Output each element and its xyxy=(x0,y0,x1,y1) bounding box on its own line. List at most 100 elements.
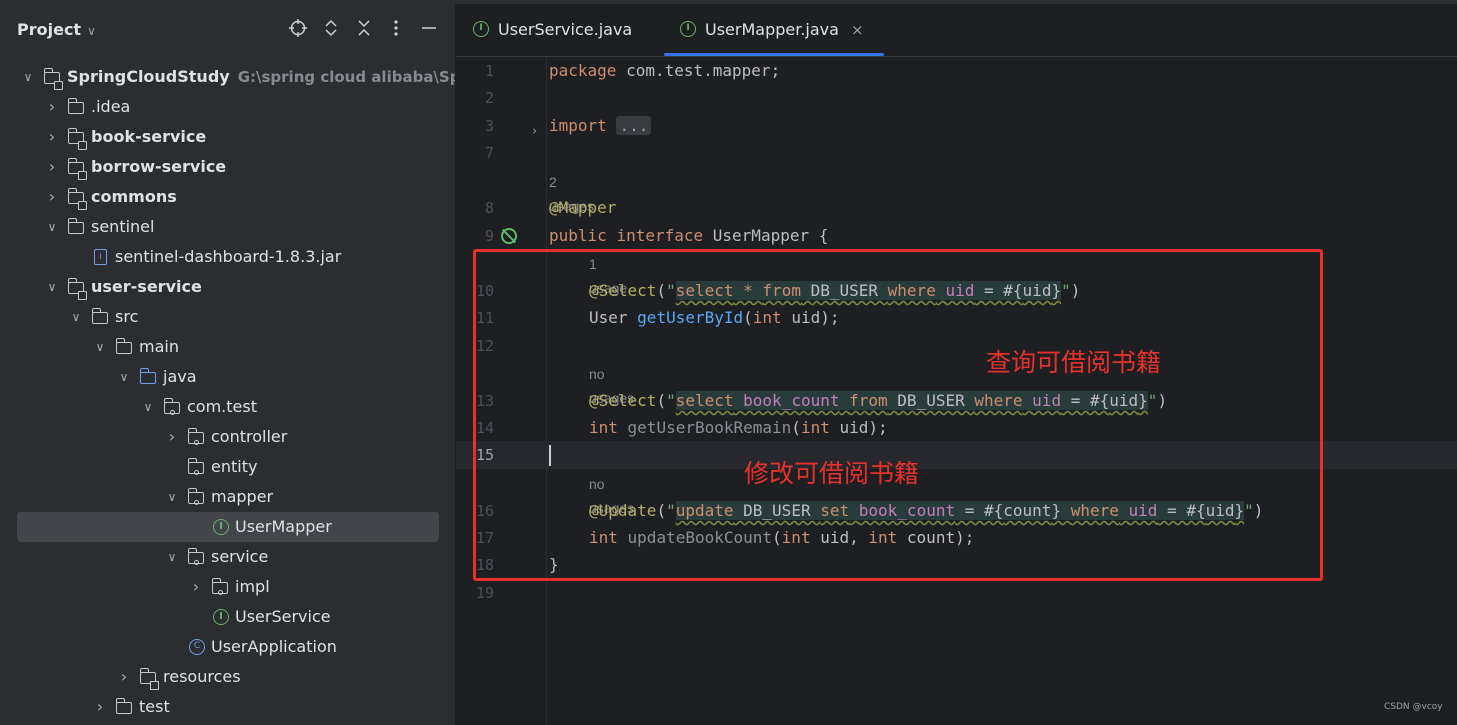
tree-item[interactable]: › book-service xyxy=(0,122,455,152)
line-number: 8 xyxy=(484,199,494,217)
close-tab-icon[interactable]: × xyxy=(851,21,864,39)
chevron-down-icon[interactable]: ∨ xyxy=(140,392,156,422)
package-icon xyxy=(187,428,206,446)
module-folder-icon xyxy=(67,158,87,180)
tree-item-label: borrow-service xyxy=(91,157,227,176)
tree-item[interactable]: › commons xyxy=(0,182,455,212)
module-folder-icon xyxy=(43,68,63,90)
folder-icon xyxy=(67,98,86,116)
chevron-down-icon[interactable]: ∨ xyxy=(44,272,60,302)
chevron-down-icon[interactable]: ∨ xyxy=(68,302,84,332)
tree-item[interactable]: ∨ com.test xyxy=(0,392,455,422)
tree-item[interactable]: I UserMapper xyxy=(0,512,455,542)
tree-item[interactable]: ⌇ sentinel-dashboard-1.8.3.jar xyxy=(0,242,455,272)
chevron-right-icon[interactable]: › xyxy=(44,92,60,122)
annotation: @Mapper xyxy=(549,198,617,217)
folded-imports[interactable]: ... xyxy=(616,116,652,135)
locate-icon[interactable] xyxy=(287,18,309,40)
tree-item[interactable]: ∨ mapper xyxy=(0,482,455,512)
annotation-note-update: 修改可借阅书籍 xyxy=(744,459,920,488)
interface-icon: I xyxy=(680,20,696,37)
tree-item[interactable]: C UserApplication xyxy=(0,632,455,662)
tree-item-label: mapper xyxy=(211,487,274,506)
chevron-right-icon[interactable]: › xyxy=(44,152,60,182)
tree-item[interactable]: I UserService xyxy=(0,602,455,632)
tree-item-label: java xyxy=(163,367,197,386)
module-folder-icon xyxy=(67,278,87,300)
keyword: public xyxy=(549,226,607,245)
path-hint: G:\spring cloud alibaba\Sprin xyxy=(237,68,455,86)
tab-label: UserMapper.java xyxy=(705,20,839,39)
line-number: 1 xyxy=(484,62,494,80)
package-icon xyxy=(187,458,206,476)
highlight-box xyxy=(473,249,1323,581)
tree-item-label: impl xyxy=(235,577,270,596)
tree-item-label: user-service xyxy=(91,277,202,296)
code-line-package: package com.test.mapper; xyxy=(549,57,780,85)
tree-item[interactable]: entity xyxy=(0,452,455,482)
tree-item-label: src xyxy=(115,307,139,326)
project-title: Project xyxy=(17,20,82,39)
chevron-down-icon[interactable]: ∨ xyxy=(92,332,108,362)
implementation-gutter-icon[interactable] xyxy=(501,228,517,244)
project-view-selector[interactable]: Project ∨ xyxy=(17,20,96,39)
package-icon xyxy=(187,548,206,566)
line-number: 2 xyxy=(484,89,494,107)
tree-item[interactable]: ∨ src xyxy=(0,302,455,332)
tree-item-label: test xyxy=(139,697,170,716)
tree-item[interactable]: › impl xyxy=(0,572,455,602)
chevron-down-icon[interactable]: ∨ xyxy=(20,62,36,92)
collapse-all-icon[interactable] xyxy=(353,18,375,40)
chevron-down-icon[interactable]: ∨ xyxy=(44,212,60,242)
line-number: 19 xyxy=(475,584,494,602)
tree-item-label: com.test xyxy=(187,397,257,416)
tree-item[interactable]: › resources xyxy=(0,662,455,692)
tree-item[interactable]: ∨ service xyxy=(0,542,455,572)
tab-usermapper[interactable]: I UserMapper.java × xyxy=(664,4,884,56)
tree-item[interactable]: › controller xyxy=(0,422,455,452)
tree-item[interactable]: ∨ SpringCloudStudy G:\spring cloud alibaba… xyxy=(0,62,455,92)
chevron-down-icon[interactable]: ∨ xyxy=(116,362,132,392)
minimize-icon[interactable] xyxy=(418,18,440,40)
tree-item-label: resources xyxy=(163,667,241,686)
code-line-mapper-annotation: @Mapper xyxy=(549,194,616,222)
package-icon xyxy=(187,488,206,506)
interface-name: UserMapper { xyxy=(703,226,829,245)
chevron-right-icon[interactable]: › xyxy=(44,122,60,152)
tree-item-label: main xyxy=(139,337,179,356)
chevron-right-icon[interactable]: › xyxy=(92,692,108,722)
package-icon xyxy=(211,578,230,596)
chevron-right-icon[interactable]: › xyxy=(164,422,180,452)
resources-folder-icon xyxy=(139,668,159,690)
chevron-down-icon[interactable]: ∨ xyxy=(164,542,180,572)
project-panel-header: Project ∨ xyxy=(0,4,455,56)
tab-userservice[interactable]: I UserService.java xyxy=(473,4,632,56)
code-line-import: import ... xyxy=(549,112,652,140)
usages-hint[interactable]: 2 usages xyxy=(549,170,594,214)
chevron-right-icon[interactable]: › xyxy=(44,182,60,212)
chevron-down-icon[interactable]: ∨ xyxy=(164,482,180,512)
tree-item[interactable]: ∨ java xyxy=(0,362,455,392)
annotation-note-query: 查询可借阅书籍 xyxy=(986,348,1162,377)
fold-expand-icon[interactable]: › xyxy=(532,124,537,139)
tree-item-label: UserMapper xyxy=(235,517,332,536)
interface-icon: I xyxy=(212,608,230,626)
chevron-right-icon[interactable]: › xyxy=(188,572,204,602)
tree-item[interactable]: › .idea xyxy=(0,92,455,122)
folder-icon xyxy=(67,218,86,236)
keyword: package xyxy=(549,61,617,80)
chevron-right-icon[interactable]: › xyxy=(116,662,132,692)
more-icon[interactable] xyxy=(385,18,407,40)
spring-app-icon: C xyxy=(188,638,206,656)
chevron-down-icon: ∨ xyxy=(87,24,96,38)
tree-item-label: sentinel xyxy=(91,217,155,236)
tree-item-label: UserApplication xyxy=(211,637,337,656)
tree-item[interactable]: › test xyxy=(0,692,455,722)
tree-item[interactable]: ∨ main xyxy=(0,332,455,362)
tree-item[interactable]: ∨ sentinel xyxy=(0,212,455,242)
expand-all-icon[interactable] xyxy=(320,18,342,40)
tree-item[interactable]: ∨ user-service xyxy=(0,272,455,302)
tree-item[interactable]: › borrow-service xyxy=(0,152,455,182)
tree-item-label: SpringCloudStudy G:\spring cloud alibaba\… xyxy=(67,62,455,92)
code-line-interface-decl: public interface UserMapper { xyxy=(549,222,828,250)
